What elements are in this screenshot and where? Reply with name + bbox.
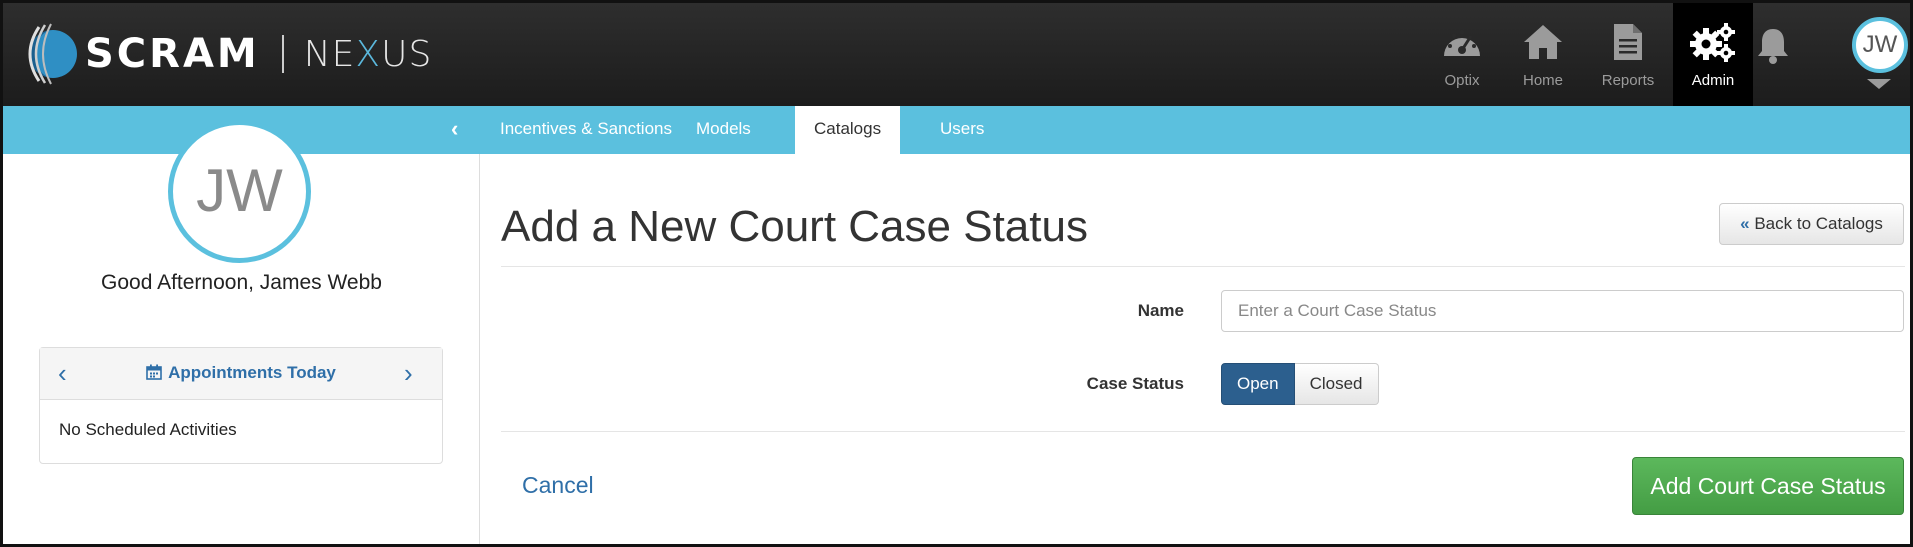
- appointments-panel: ‹ Appointments Today › No Scheduled Acti…: [39, 347, 443, 464]
- speedometer-icon: [1444, 30, 1480, 56]
- add-court-case-status-button[interactable]: Add Court Case Status: [1632, 457, 1904, 515]
- double-chevron-left-icon: «: [1740, 214, 1750, 233]
- greeting-text: Good Afternoon, James Webb: [101, 271, 382, 294]
- page-title: Add a New Court Case Status: [501, 202, 1088, 251]
- scram-nexus-logo[interactable]: SCRAM NEXUS: [19, 21, 432, 87]
- scram-logo-mark-icon: [28, 23, 77, 85]
- chevron-right-icon[interactable]: ›: [404, 358, 413, 389]
- collapse-sidebar-icon[interactable]: ‹: [451, 116, 458, 142]
- nav-admin[interactable]: Admin: [1673, 3, 1753, 106]
- cancel-link[interactable]: Cancel: [522, 472, 594, 499]
- nav-optix[interactable]: Optix: [1422, 3, 1502, 106]
- appointments-panel-header: ‹ Appointments Today ›: [40, 348, 442, 400]
- tab-models[interactable]: Models: [676, 106, 771, 154]
- name-input[interactable]: [1221, 290, 1904, 332]
- user-avatar-menu[interactable]: JW: [1852, 17, 1908, 73]
- nav-label: Admin: [1691, 72, 1735, 89]
- tab-catalogs[interactable]: Catalogs: [795, 106, 901, 154]
- name-label: Name: [1137, 301, 1184, 320]
- gears-icon: [1690, 23, 1735, 62]
- admin-tabs: Incentives & Sanctions Models Catalogs U…: [480, 106, 1910, 154]
- appointments-title[interactable]: Appointments Today: [40, 363, 442, 383]
- tab-users[interactable]: Users: [920, 106, 1004, 154]
- home-icon: [1524, 25, 1562, 59]
- logo-divider: [281, 35, 284, 73]
- back-button-label: Back to Catalogs: [1754, 214, 1883, 233]
- appointments-empty-text: No Scheduled Activities: [59, 420, 237, 439]
- bell-icon[interactable]: [1755, 25, 1791, 65]
- divider: [501, 266, 1905, 267]
- divider: [501, 431, 1905, 432]
- appointments-title-label: Appointments Today: [168, 363, 336, 382]
- nav-home[interactable]: Home: [1503, 3, 1583, 106]
- calendar-icon: [146, 364, 162, 380]
- nav-reports[interactable]: Reports: [1588, 3, 1668, 106]
- product-name: NEXUS: [303, 33, 433, 75]
- document-icon: [1614, 24, 1642, 60]
- caret-down-icon[interactable]: [1867, 79, 1891, 89]
- status-closed-button[interactable]: Closed: [1294, 363, 1379, 405]
- nav-label: Optix: [1444, 72, 1480, 89]
- main-content: Add a New Court Case Status « Back to Ca…: [480, 154, 1910, 544]
- nav-label: Home: [1522, 72, 1563, 89]
- case-status-toggle: Open Closed: [1221, 363, 1379, 405]
- top-navbar: SCRAM NEXUS Optix Home Reports Admin JW: [3, 3, 1910, 106]
- tab-incentives-sanctions[interactable]: Incentives & Sanctions: [480, 106, 692, 154]
- profile-avatar: JW: [168, 120, 311, 263]
- status-open-button[interactable]: Open: [1221, 363, 1295, 405]
- sidebar: ‹ JW Good Afternoon, James Webb ‹ Appoin…: [3, 106, 480, 544]
- app-window: SCRAM NEXUS Optix Home Reports Admin JW …: [0, 0, 1913, 547]
- case-status-label: Case Status: [1086, 374, 1184, 393]
- brand-name: SCRAM: [85, 31, 260, 77]
- back-to-catalogs-button[interactable]: « Back to Catalogs: [1719, 203, 1904, 245]
- nav-label: Reports: [1601, 72, 1655, 89]
